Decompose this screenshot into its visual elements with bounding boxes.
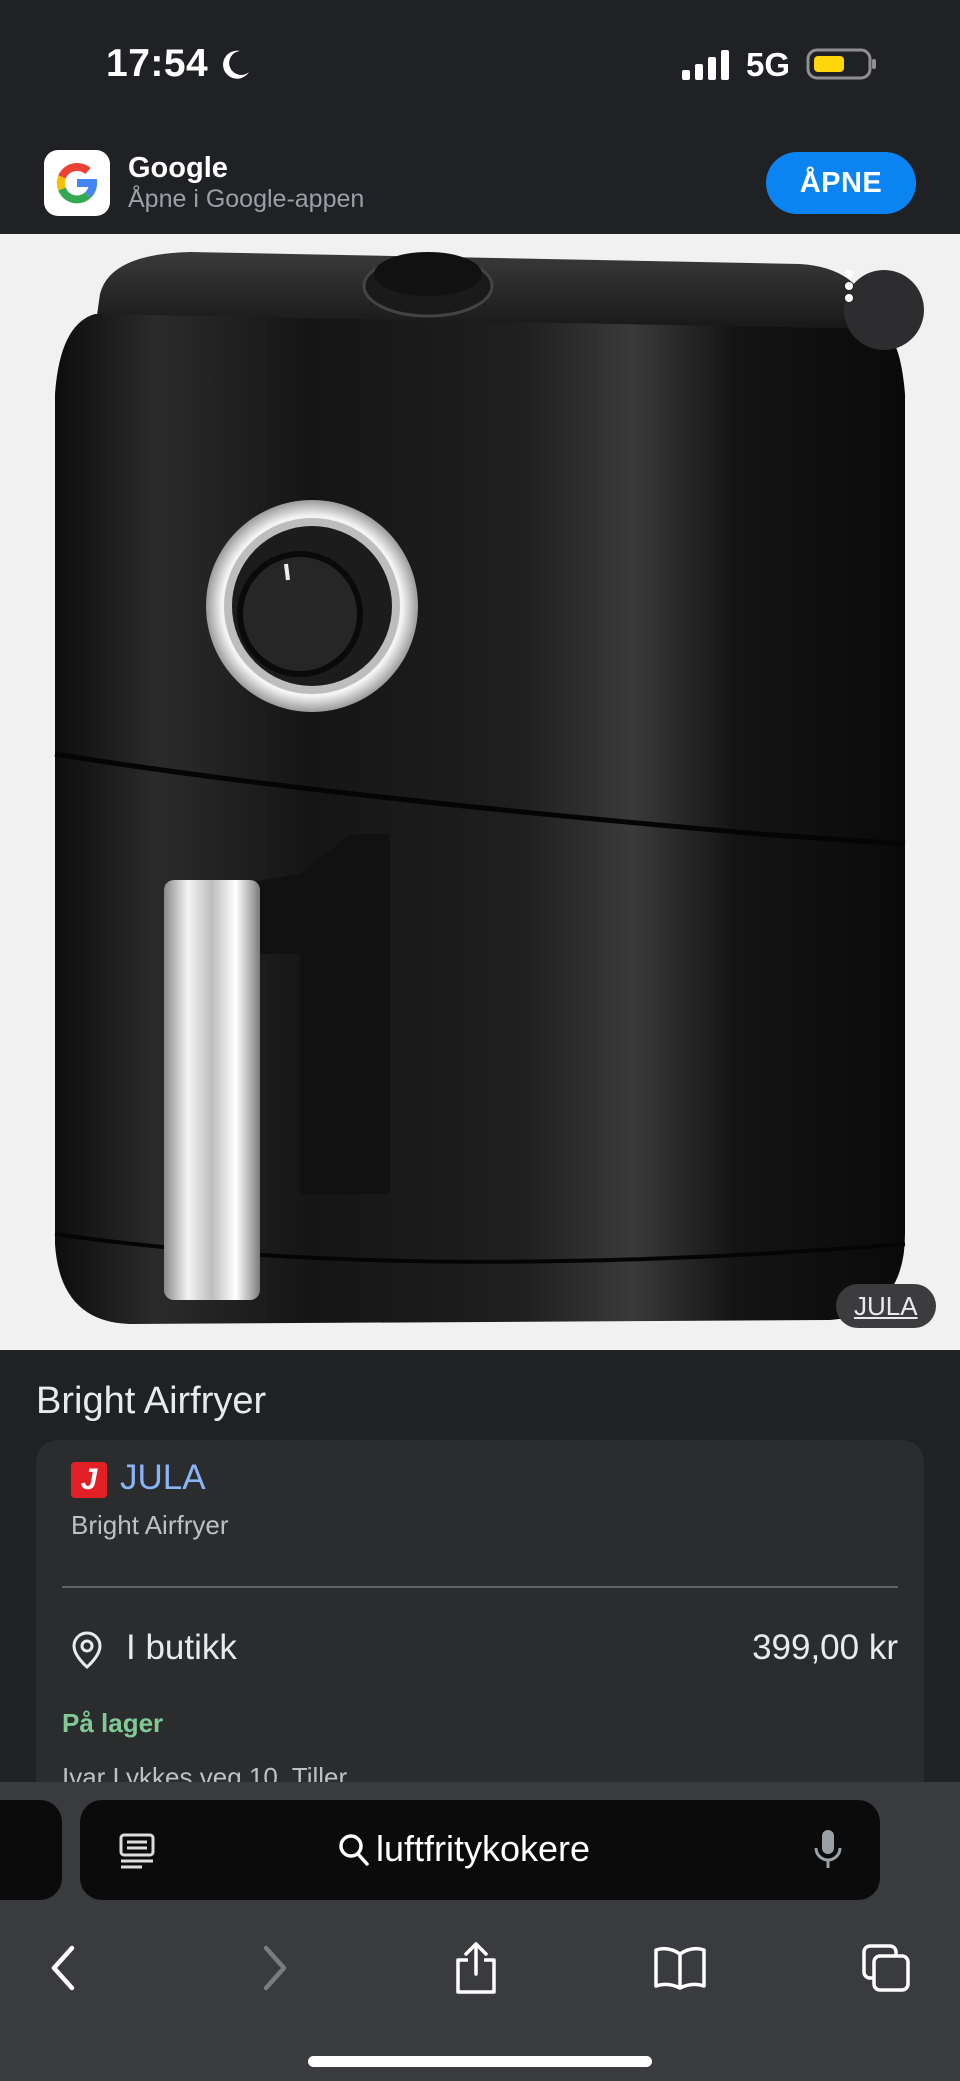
reader-icon[interactable] [118,1832,156,1870]
tabs-button[interactable] [854,1938,918,1998]
image-source-badge[interactable]: JULA [836,1284,936,1328]
product-title: Bright Airfryer [36,1380,267,1422]
google-logo-icon [44,150,110,216]
banner-subtitle: Åpne i Google-appen [128,185,365,213]
stock-status: På lager [62,1708,164,1738]
address-bar[interactable]: luftfritykokere [80,1800,880,1900]
back-button[interactable] [32,1938,96,1998]
jula-logo-icon: J [71,1462,107,1498]
forward-button[interactable] [242,1938,306,1998]
banner-title: Google [128,152,228,184]
divider [62,1586,898,1588]
store-name-link[interactable]: JULA [120,1458,206,1498]
google-app-banner: Google Åpne i Google-appen ÅPNE [0,130,960,234]
location-pin-icon [72,1631,102,1669]
offer-subtitle: Bright Airfryer [71,1510,229,1540]
availability-label: I butikk [126,1628,237,1667]
moon-icon [223,50,249,79]
status-time: 17:54 [106,42,209,85]
open-in-app-button[interactable]: ÅPNE [766,152,916,214]
network-label: 5G [746,46,791,83]
mic-icon[interactable] [812,1828,844,1872]
product-image[interactable]: JULA [0,234,960,1350]
airfryer-image [54,252,906,1324]
previous-tab-preview[interactable] [0,1800,62,1900]
status-bar: 17:54 5G [0,0,960,130]
share-icon [456,1942,496,1994]
tabs-icon [862,1944,910,1992]
share-button[interactable] [444,1938,508,1998]
bookmarks-icon [654,1946,706,1990]
cellular-signal-icon [682,50,729,80]
browser-bottom-bar: luftfritykokere [0,1782,960,2081]
more-vert-icon [845,270,853,302]
address-text[interactable]: luftfritykokere [376,1828,590,1870]
home-indicator [308,2056,652,2067]
search-icon [339,1834,369,1866]
more-options-button[interactable] [844,270,924,350]
back-icon [51,1945,75,1991]
browser-toolbar [0,1918,960,2018]
battery-icon [806,48,876,80]
forward-icon [263,1945,287,1991]
offer-price: 399,00 kr [752,1628,898,1667]
bookmarks-button[interactable] [648,1938,712,1998]
